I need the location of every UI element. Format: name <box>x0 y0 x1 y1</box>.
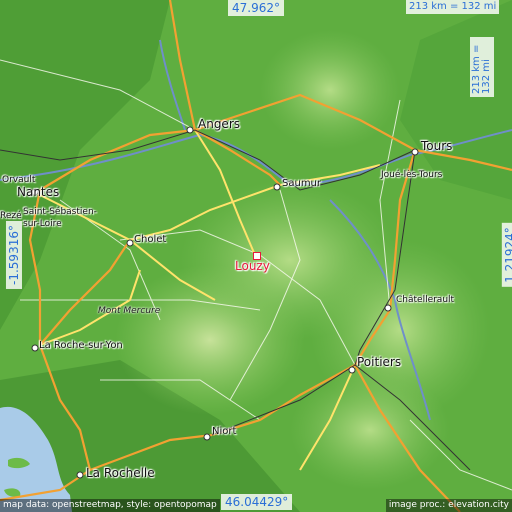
topographic-map[interactable]: Angers Tours Nantes Orvault Saint-Sébast… <box>0 0 512 512</box>
city-dot-icon <box>411 148 419 156</box>
place-label: Louzy <box>235 259 270 273</box>
city-label-la-roche: La Roche-sur-Yon <box>39 340 123 351</box>
city-label-saumur: Saumur <box>282 178 322 189</box>
feature-label-mont-mercure: Mont Mercure <box>98 306 161 316</box>
city-label-niort: Niort <box>212 426 237 437</box>
city-label-la-rochelle: La Rochelle <box>86 466 155 480</box>
city-label-saint-sebastien-2: sur-Loire <box>23 219 62 229</box>
city-dot-icon <box>31 344 39 352</box>
credit-image-proc: image proc.: elevation.city <box>385 499 512 512</box>
east-longitude: 1.21924° <box>501 223 512 287</box>
south-latitude: 46.04429° <box>221 494 293 510</box>
city-dot-icon <box>186 126 194 134</box>
north-latitude: 47.962° <box>228 0 284 16</box>
credit-map-data: map data: openstreetmap, style: opentopo… <box>0 499 220 512</box>
city-label-poitiers: Poitiers <box>357 355 402 369</box>
city-dot-icon <box>348 366 356 374</box>
city-label-angers: Angers <box>198 117 240 131</box>
west-longitude: -1.59316° <box>5 221 22 289</box>
city-dot-icon <box>203 433 211 441</box>
city-dot-icon <box>273 183 281 191</box>
scale-vertical: 213 km = 132 mi <box>470 37 494 97</box>
city-label-tours: Tours <box>421 139 453 153</box>
city-label-orvault: Orvault <box>2 175 36 185</box>
city-dot-icon <box>384 304 392 312</box>
city-label-chatellerault: Châtellerault <box>396 295 455 305</box>
city-label-nantes: Nantes <box>17 185 60 199</box>
city-label-joue: Joué-lès-Tours <box>381 170 443 180</box>
scale-horizontal: 213 km = 132 mi <box>406 0 500 14</box>
city-dot-icon <box>76 471 84 479</box>
upland-north <box>260 30 400 150</box>
city-label-saint-sebastien: Saint-Sébastien- <box>23 207 97 217</box>
city-label-reze: Rezé <box>0 211 22 221</box>
city-label-cholet: Cholet <box>134 234 167 245</box>
city-dot-icon <box>126 239 134 247</box>
